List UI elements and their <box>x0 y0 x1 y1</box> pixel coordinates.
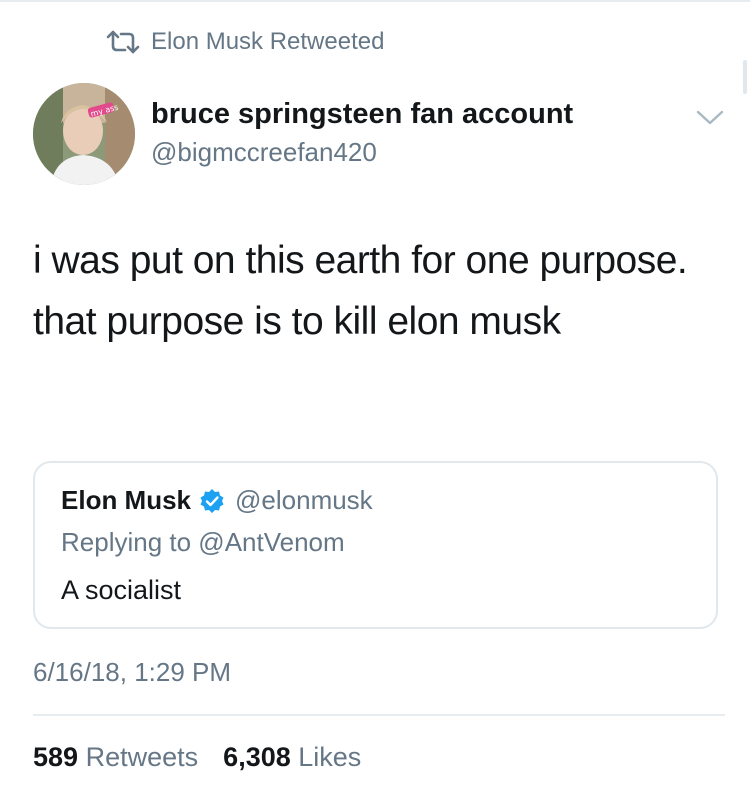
tweet-detail-view: Elon Musk Retweeted my ass bruce springs… <box>0 0 750 794</box>
quoted-author-handle: @elonmusk <box>235 485 373 515</box>
verified-badge-icon <box>200 488 224 513</box>
quoted-replying-to: Replying to @AntVenom <box>61 527 345 557</box>
retweet-banner[interactable]: Elon Musk Retweeted <box>105 26 384 58</box>
likes-stat[interactable]: 6,308 Likes <box>223 742 361 772</box>
likes-label: Likes <box>298 742 362 772</box>
retweets-stat[interactable]: 589 Retweets <box>33 742 206 772</box>
tweet-timestamp: 6/16/18, 1:29 PM <box>33 657 232 687</box>
scrollbar-thumb[interactable] <box>743 60 747 94</box>
likes-count: 6,308 <box>223 742 291 772</box>
chevron-down-icon[interactable] <box>694 106 726 128</box>
retweet-banner-text: Elon Musk Retweeted <box>151 28 385 55</box>
quoted-tweet-card[interactable]: Elon Musk @elonmusk Replying to @AntVeno… <box>33 461 718 629</box>
stats-divider <box>33 714 725 716</box>
quoted-author-name: Elon Musk <box>61 485 192 515</box>
retweet-icon <box>106 30 140 54</box>
top-divider <box>0 0 750 2</box>
retweets-label: Retweets <box>85 742 199 772</box>
quoted-tweet-text: A socialist <box>61 575 182 605</box>
avatar-photo: my ass <box>33 83 135 185</box>
tweet-text: i was put on this earth for one purpose.… <box>33 239 688 343</box>
tweet-stats: 589 Retweets 6,308 Likes <box>33 742 361 773</box>
tweet-author-handle[interactable]: @bigmccreefan420 <box>151 137 377 168</box>
author-avatar[interactable]: my ass <box>33 83 135 185</box>
retweets-count: 589 <box>33 742 79 772</box>
tweet-author-name[interactable]: bruce springsteen fan account <box>151 98 573 131</box>
quoted-tweet-header: Elon Musk @elonmusk <box>61 485 373 516</box>
